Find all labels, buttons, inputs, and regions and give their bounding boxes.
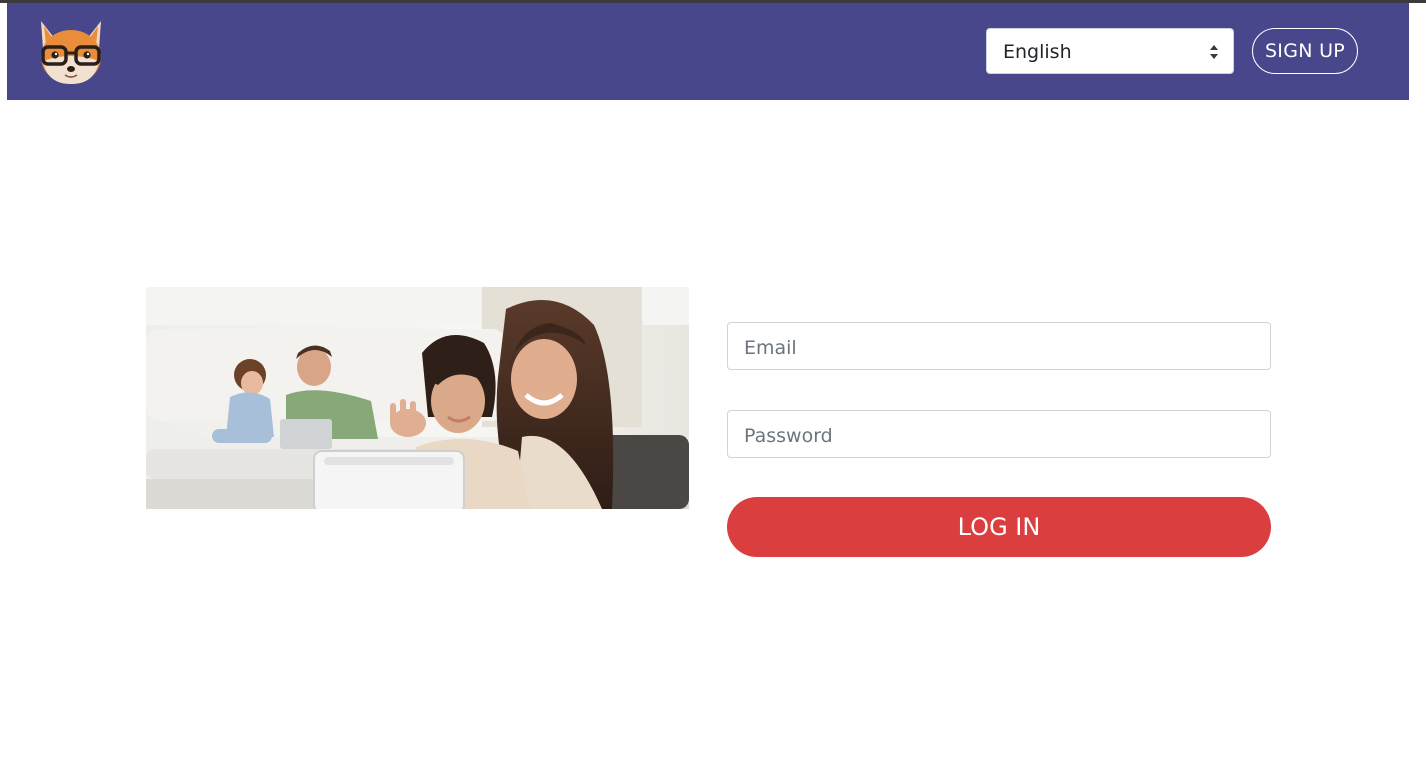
password-field[interactable]: Password [727,410,1271,458]
language-select[interactable]: English [986,28,1234,74]
email-placeholder: Email [744,337,797,359]
email-field[interactable]: Email [727,322,1271,370]
password-placeholder: Password [744,425,833,447]
sign-up-button[interactable]: SIGN UP [1252,28,1358,74]
family-tablet-image [146,287,689,509]
language-select-value: English [1003,41,1072,63]
page-edge [1409,3,1426,100]
navbar: English SIGN UP [7,3,1409,100]
fox-logo-icon[interactable] [33,17,109,87]
sort-arrows-icon [1209,43,1219,61]
login-button[interactable]: LOG IN [727,497,1271,557]
